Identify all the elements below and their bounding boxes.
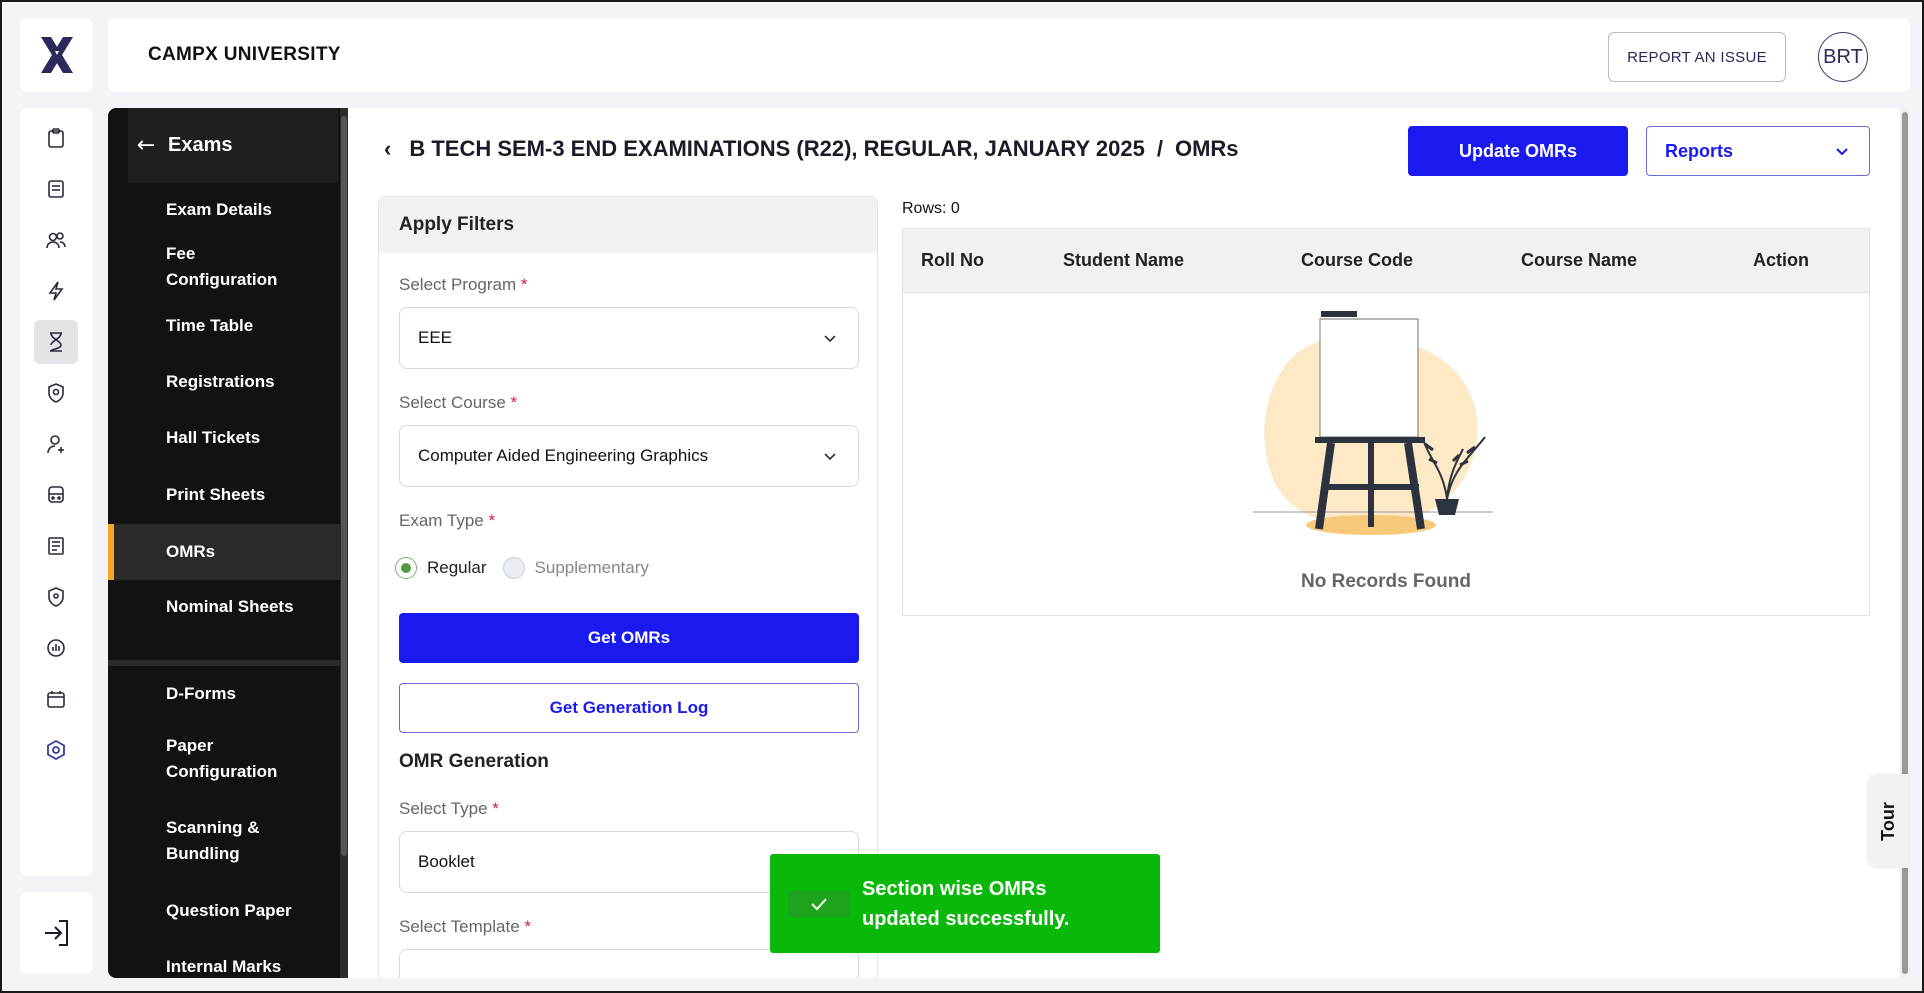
- sidebar-item-hall-tickets[interactable]: Hall Tickets: [108, 416, 340, 460]
- sidebar-item-scanning-bundling[interactable]: Scanning & Bundling: [108, 806, 308, 876]
- success-toast[interactable]: Section wise OMRs updated successfully.: [770, 854, 1160, 953]
- top-bar: CAMPX UNIVERSITY REPORT AN ISSUE BRT: [108, 18, 1910, 92]
- col-course-name[interactable]: Course Name: [1521, 250, 1637, 271]
- empty-state-text: No Records Found: [1301, 571, 1471, 592]
- report-issue-button[interactable]: REPORT AN ISSUE: [1608, 32, 1786, 82]
- logout-icon: [44, 920, 68, 946]
- omr-table: Roll No Student Name Course Code Course …: [902, 228, 1870, 616]
- chevron-down-icon: [824, 335, 836, 343]
- reports-label: Reports: [1665, 140, 1734, 161]
- radio-regular[interactable]: [395, 557, 417, 579]
- sidebar-item-omrs[interactable]: OMRs: [108, 524, 340, 580]
- sidebar-item-time-table[interactable]: Time Table: [108, 304, 340, 348]
- university-name: CAMPX UNIVERSITY: [148, 44, 341, 65]
- col-action[interactable]: Action: [1753, 250, 1809, 271]
- course-select[interactable]: Computer Aided Engineering Graphics: [399, 425, 859, 487]
- icon-rail: [20, 108, 93, 876]
- type-value: Booklet: [418, 852, 475, 871]
- empty-easel-illustration: [1253, 311, 1493, 535]
- sidebar-divider: [108, 660, 340, 666]
- settings-hex-icon[interactable]: [34, 728, 78, 772]
- sidebar-scrollbar[interactable]: [340, 108, 348, 978]
- course-value: Computer Aided Engineering Graphics: [418, 446, 709, 465]
- template-label: Select Template *: [399, 917, 532, 936]
- template-select[interactable]: [399, 949, 859, 978]
- ledger-icon[interactable]: [34, 524, 78, 568]
- calendar-icon[interactable]: [34, 677, 78, 721]
- course-label: Select Course *: [399, 393, 518, 412]
- logout-button[interactable]: [20, 892, 93, 974]
- type-label: Select Type *: [399, 799, 499, 818]
- sidebar-item-exam-details[interactable]: Exam Details: [108, 188, 340, 232]
- exams-sidebar: ← Exams Exam Details Fee Configuration T…: [108, 108, 348, 978]
- sidebar-title: Exams: [168, 134, 233, 156]
- main-content: ‹ B TECH SEM-3 END EXAMINATIONS (R22), R…: [348, 108, 1910, 978]
- exam-title: B TECH SEM-3 END EXAMINATIONS (R22), REG…: [409, 136, 1145, 161]
- check-icon: [788, 890, 850, 917]
- omr-generation-heading: OMR Generation: [399, 751, 549, 772]
- col-student-name[interactable]: Student Name: [1063, 250, 1184, 271]
- avatar[interactable]: BRT: [1818, 32, 1868, 82]
- sidebar-item-question-paper[interactable]: Question Paper: [108, 889, 340, 933]
- back-chevron-icon[interactable]: ‹: [384, 136, 391, 162]
- col-course-code[interactable]: Course Code: [1301, 250, 1413, 271]
- hourglass-icon[interactable]: [34, 320, 78, 364]
- get-omrs-button[interactable]: Get OMRs: [399, 613, 859, 663]
- chevron-down-icon: [1836, 148, 1848, 156]
- tour-label: Tour: [1877, 801, 1898, 841]
- col-roll-no[interactable]: Roll No: [921, 250, 984, 271]
- campx-logo[interactable]: [20, 18, 93, 92]
- program-select[interactable]: EEE: [399, 307, 859, 369]
- get-generation-log-button[interactable]: Get Generation Log: [399, 683, 859, 733]
- radio-supplementary-label: Supplementary: [534, 558, 649, 577]
- radio-regular-label: Regular: [427, 558, 487, 577]
- sidebar-item-registrations[interactable]: Registrations: [108, 360, 340, 404]
- sidebar-item-internal-marks[interactable]: Internal Marks: [108, 945, 340, 978]
- tour-tab[interactable]: Tour: [1868, 774, 1908, 868]
- sidebar-item-nominal-sheets[interactable]: Nominal Sheets: [108, 585, 340, 629]
- chevron-down-icon: [824, 453, 836, 461]
- sidebar-header[interactable]: ← Exams: [128, 108, 338, 183]
- bus-icon[interactable]: [34, 473, 78, 517]
- shield-pin-icon[interactable]: [34, 575, 78, 619]
- users-icon[interactable]: [34, 218, 78, 262]
- table-header: Roll No Student Name Course Code Course …: [903, 229, 1869, 293]
- exam-type-label: Exam Type *: [399, 511, 496, 530]
- clipboard-icon[interactable]: [34, 116, 78, 160]
- back-arrow-icon[interactable]: ←: [128, 133, 164, 158]
- filters-heading: Apply Filters: [379, 197, 877, 253]
- program-label: Select Program *: [399, 275, 528, 294]
- sidebar-item-d-forms[interactable]: D-Forms: [108, 672, 340, 716]
- user-add-icon[interactable]: [34, 422, 78, 466]
- sidebar-item-fee-configuration[interactable]: Fee Configuration: [108, 232, 308, 302]
- program-value: EEE: [418, 328, 453, 347]
- page-title: ‹ B TECH SEM-3 END EXAMINATIONS (R22), R…: [384, 136, 1239, 162]
- sidebar-item-print-sheets[interactable]: Print Sheets: [108, 473, 340, 517]
- update-omrs-button[interactable]: Update OMRs: [1408, 126, 1628, 176]
- breadcrumb-separator: /: [1156, 136, 1163, 161]
- toast-message: Section wise OMRs updated successfully.: [862, 877, 1070, 930]
- chart-icon[interactable]: [34, 626, 78, 670]
- exam-type-radios: Regular Supplementary: [395, 557, 649, 579]
- x-logo-icon: [40, 37, 73, 73]
- badge-icon[interactable]: [34, 371, 78, 415]
- bolt-icon[interactable]: [34, 269, 78, 313]
- breadcrumb-current: OMRs: [1174, 136, 1239, 161]
- notebook-icon[interactable]: [34, 167, 78, 211]
- rows-count: Rows: 0: [902, 200, 960, 217]
- reports-dropdown[interactable]: Reports: [1646, 126, 1870, 176]
- radio-supplementary[interactable]: [502, 557, 525, 579]
- sidebar-item-paper-configuration[interactable]: Paper Configuration: [108, 724, 308, 794]
